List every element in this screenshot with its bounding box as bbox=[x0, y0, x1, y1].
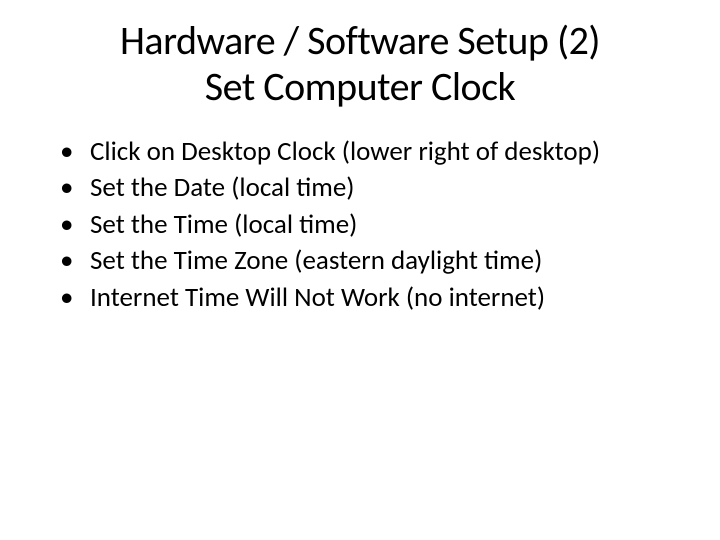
bullet-list: Click on Desktop Clock (lower right of d… bbox=[30, 134, 690, 316]
title-line-2: Set Computer Clock bbox=[205, 62, 515, 111]
list-item: Set the Time Zone (eastern daylight time… bbox=[60, 243, 690, 279]
list-item: Internet Time Will Not Work (no internet… bbox=[60, 280, 690, 316]
title-line-1: Hardware / Software Setup (2) bbox=[120, 16, 600, 65]
list-item: Set the Date (local time) bbox=[60, 170, 690, 206]
list-item: Click on Desktop Clock (lower right of d… bbox=[60, 134, 690, 170]
slide-title: Hardware / Software Setup (2) Set Comput… bbox=[30, 18, 690, 110]
list-item: Set the Time (local time) bbox=[60, 207, 690, 243]
